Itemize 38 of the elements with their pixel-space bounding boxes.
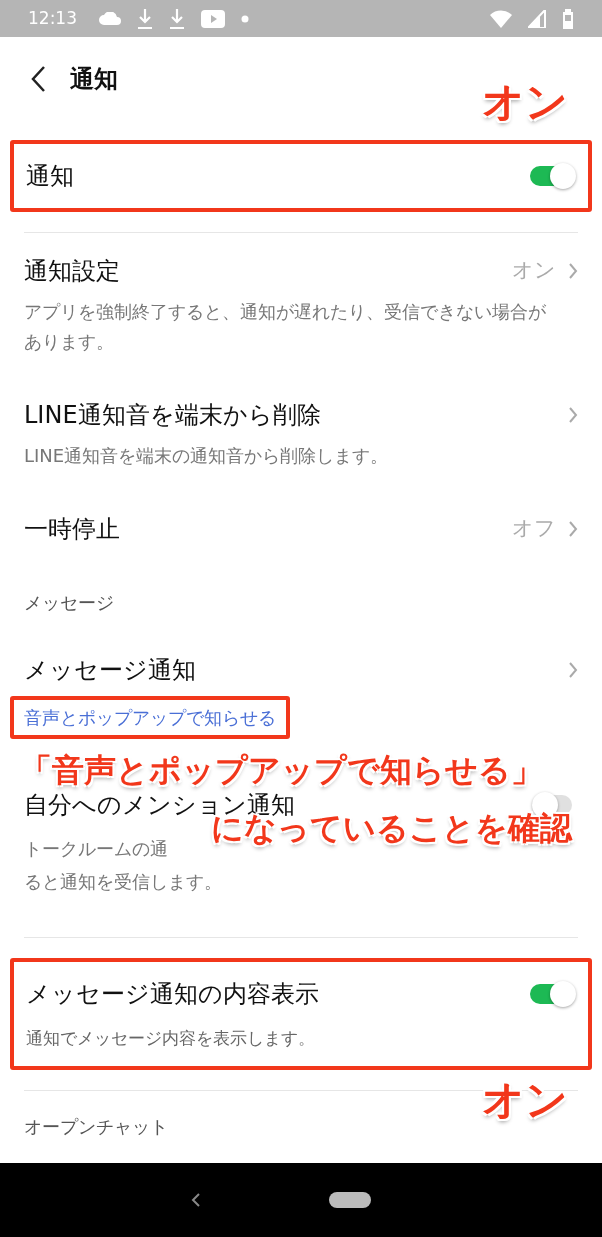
- back-icon[interactable]: [191, 1192, 201, 1208]
- play-icon: [201, 9, 225, 28]
- setting-description: アプリを強制終了すると、通知が遅れたり、受信できない場合があります。: [24, 300, 547, 354]
- dot-icon: [241, 14, 249, 23]
- setting-description: LINE通知音を端末の通知音から削除します。: [24, 444, 390, 468]
- home-button[interactable]: [329, 1192, 371, 1208]
- toggle-switch[interactable]: [530, 163, 576, 189]
- setting-title: 通知: [26, 161, 74, 192]
- setting-title[interactable]: LINE通知音を端末から削除: [24, 397, 321, 433]
- cloud-icon: [99, 12, 121, 25]
- download-icon: [137, 8, 153, 29]
- setting-value: オン: [512, 257, 556, 285]
- chevron-right-icon: [568, 661, 578, 679]
- setting-title: メッセージ通知の内容表示: [26, 979, 319, 1010]
- signal-icon: [528, 9, 546, 28]
- chevron-right-icon: [568, 406, 578, 424]
- status-time: 12:13: [28, 6, 77, 30]
- setting-title[interactable]: 通知設定: [24, 253, 120, 289]
- section-header: メッセージ: [24, 592, 114, 613]
- annotation-label: オン: [482, 76, 568, 128]
- back-icon[interactable]: [30, 64, 46, 93]
- download-icon: [169, 8, 185, 29]
- toggle-switch[interactable]: [530, 981, 576, 1007]
- wifi-icon: [490, 9, 512, 28]
- annotation-label: オン: [482, 1074, 568, 1126]
- section-header: オープンチャット: [24, 1115, 168, 1137]
- setting-description: 通知でメッセージ内容を表示します。: [26, 1027, 316, 1050]
- chevron-right-icon: [568, 262, 578, 280]
- chevron-right-icon: [568, 520, 578, 538]
- setting-title[interactable]: 一時停止: [24, 511, 120, 547]
- annotation-text: 「音声とポップアップで知らせる」: [20, 750, 543, 790]
- battery-icon: [562, 8, 574, 29]
- setting-description: ると通知を受信します。: [24, 870, 222, 894]
- setting-status: 音声とポップアップで知らせる: [24, 707, 276, 728]
- setting-description: トークルームの通: [24, 837, 168, 861]
- page-title: 通知: [70, 63, 118, 95]
- setting-title[interactable]: メッセージ通知: [24, 652, 196, 688]
- setting-value: オフ: [512, 515, 556, 543]
